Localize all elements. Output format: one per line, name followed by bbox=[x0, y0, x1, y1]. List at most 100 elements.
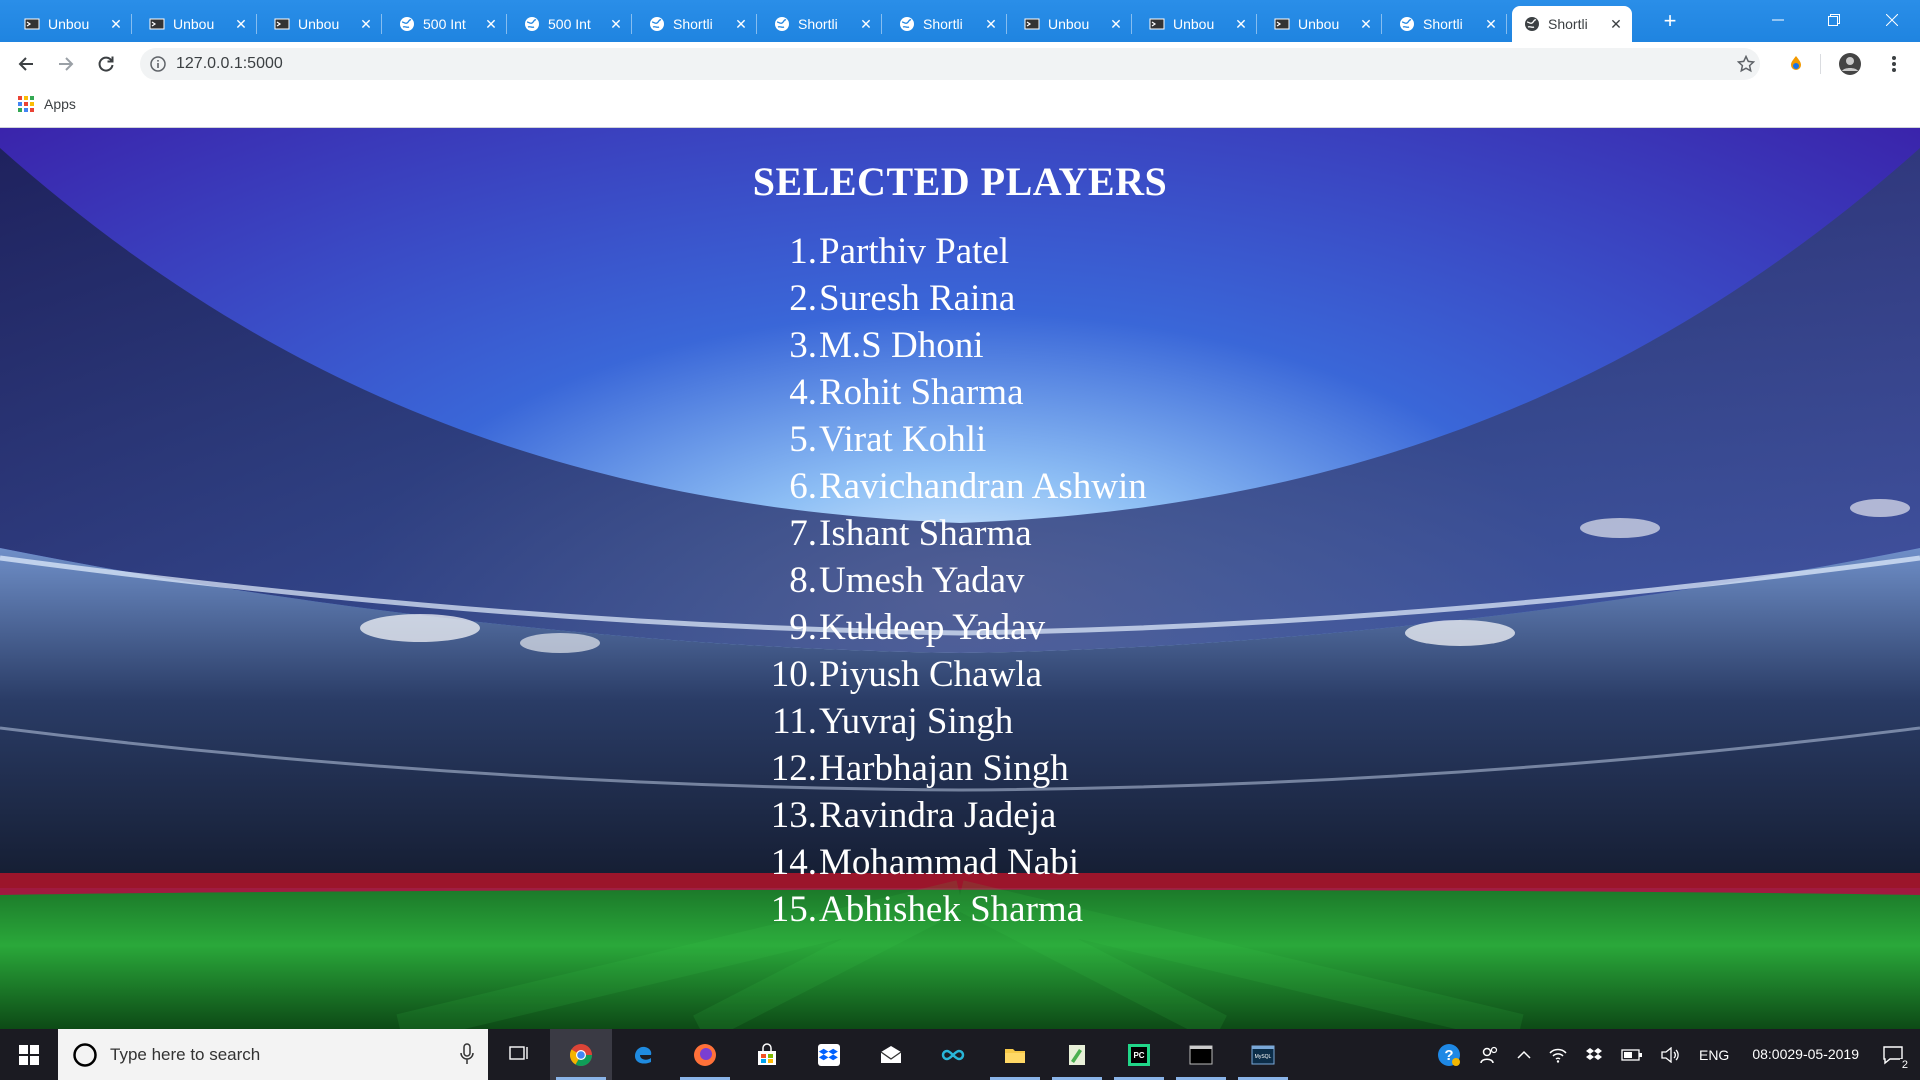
globe-icon bbox=[525, 17, 539, 31]
infinity-icon bbox=[941, 1049, 965, 1060]
forward-arrow-icon bbox=[59, 57, 74, 71]
browser-tab[interactable]: Unbou ✕ bbox=[1262, 6, 1382, 42]
menu-button[interactable] bbox=[1880, 50, 1908, 78]
close-window-button[interactable] bbox=[1864, 0, 1920, 40]
store-icon bbox=[758, 1042, 776, 1065]
player-list-item: 11.Yuvraj Singh bbox=[760, 698, 1147, 745]
player-list-item: 4.Rohit Sharma bbox=[760, 369, 1147, 416]
new-tab-button[interactable]: + bbox=[1656, 8, 1684, 36]
cmd-icon bbox=[1189, 1045, 1213, 1064]
taskbar-app-cmd[interactable] bbox=[1170, 1029, 1232, 1080]
globe-icon bbox=[900, 17, 914, 31]
browser-tab[interactable]: Unbou ✕ bbox=[1137, 6, 1257, 42]
close-icon bbox=[1886, 14, 1898, 26]
browser-tab[interactable]: Shortli ✕ bbox=[1387, 6, 1507, 42]
browser-tab[interactable]: Unbou ✕ bbox=[12, 6, 132, 42]
reload-button[interactable] bbox=[92, 50, 120, 78]
dropbox-tray-button[interactable] bbox=[1576, 1029, 1612, 1080]
page-viewport: SELECTED PLAYERS 1.Parthiv Patel 2.Suresh… bbox=[0, 128, 1920, 1029]
taskbar-app-mysql[interactable]: MySQL bbox=[1232, 1029, 1294, 1080]
tab-close-icon[interactable]: ✕ bbox=[1608, 16, 1624, 33]
browser-toolbar: 127.0.0.1:5000 bbox=[0, 42, 1920, 86]
language-indicator[interactable]: ENG bbox=[1690, 1029, 1738, 1080]
player-name: Ishant Sharma bbox=[819, 513, 1032, 554]
restore-button[interactable] bbox=[1806, 0, 1862, 40]
wifi-tray-button[interactable] bbox=[1540, 1029, 1576, 1080]
tab-close-icon[interactable]: ✕ bbox=[733, 16, 749, 33]
taskbar-app-file-explorer[interactable] bbox=[984, 1029, 1046, 1080]
browser-tab[interactable]: Unbou ✕ bbox=[1012, 6, 1132, 42]
battery-tray-button[interactable] bbox=[1612, 1029, 1652, 1080]
taskbar-app-store[interactable] bbox=[736, 1029, 798, 1080]
browser-tab[interactable]: Shortli ✕ bbox=[1512, 6, 1632, 42]
tab-close-icon[interactable]: ✕ bbox=[608, 16, 624, 33]
taskbar-search-box[interactable]: Type here to search bbox=[58, 1029, 488, 1080]
player-name: Suresh Raina bbox=[819, 278, 1016, 319]
browser-tab[interactable]: Shortli ✕ bbox=[887, 6, 1007, 42]
tab-title: Unbou bbox=[1048, 16, 1090, 32]
player-number: 3. bbox=[789, 325, 817, 366]
taskbar-app-edge[interactable] bbox=[612, 1029, 674, 1080]
page-title: SELECTED PLAYERS bbox=[752, 159, 1168, 204]
info-icon[interactable] bbox=[150, 56, 166, 72]
tab-close-icon[interactable]: ✕ bbox=[483, 16, 499, 33]
tab-close-icon[interactable]: ✕ bbox=[983, 16, 999, 33]
apps-shortcut[interactable]: Apps bbox=[18, 96, 76, 112]
microphone-icon[interactable] bbox=[460, 1043, 474, 1065]
taskbar-app-infinity[interactable] bbox=[922, 1029, 984, 1080]
back-button[interactable] bbox=[12, 50, 40, 78]
extension-button[interactable] bbox=[1782, 50, 1810, 78]
tab-close-icon[interactable]: ✕ bbox=[1108, 16, 1124, 33]
profile-avatar-button[interactable] bbox=[1836, 50, 1864, 78]
tab-close-icon[interactable]: ✕ bbox=[1483, 16, 1499, 33]
terminal-icon bbox=[149, 18, 165, 30]
search-placeholder: Type here to search bbox=[110, 1044, 261, 1064]
start-button[interactable] bbox=[0, 1029, 58, 1080]
tab-close-icon[interactable]: ✕ bbox=[233, 16, 249, 33]
tab-close-icon[interactable]: ✕ bbox=[1358, 16, 1374, 33]
tab-title: 500 Int bbox=[423, 16, 466, 32]
player-name: Abhishek Sharma bbox=[819, 889, 1084, 930]
browser-tab[interactable]: Unbou ✕ bbox=[137, 6, 257, 42]
forward-button[interactable] bbox=[52, 50, 80, 78]
help-tray-button[interactable]: ? bbox=[1428, 1029, 1470, 1080]
taskbar-app-dropbox[interactable] bbox=[798, 1029, 860, 1080]
taskbar-app-pycharm[interactable]: PC bbox=[1108, 1029, 1170, 1080]
minimize-button[interactable] bbox=[1750, 0, 1806, 40]
taskbar-app-notepad[interactable] bbox=[1046, 1029, 1108, 1080]
notepad-icon bbox=[1069, 1044, 1085, 1065]
globe-icon bbox=[650, 17, 664, 31]
taskbar-app-mail[interactable] bbox=[860, 1029, 922, 1080]
browser-tab[interactable]: Unbou ✕ bbox=[262, 6, 382, 42]
player-name: Rohit Sharma bbox=[819, 372, 1024, 413]
browser-tab[interactable]: Shortli ✕ bbox=[762, 6, 882, 42]
action-center-button[interactable]: 2 bbox=[1873, 1029, 1920, 1080]
task-view-icon bbox=[509, 1045, 528, 1060]
player-number: 4. bbox=[789, 372, 817, 413]
bookmark-star-button[interactable] bbox=[1732, 50, 1760, 78]
terminal-icon bbox=[1149, 18, 1165, 30]
tab-close-icon[interactable]: ✕ bbox=[1233, 16, 1249, 33]
taskbar-app-firefox[interactable] bbox=[674, 1029, 736, 1080]
tab-title: Shortli bbox=[673, 16, 713, 32]
globe-icon bbox=[775, 17, 789, 31]
taskbar-app-chrome[interactable] bbox=[550, 1029, 612, 1080]
address-bar[interactable]: 127.0.0.1:5000 bbox=[140, 48, 1760, 80]
pycharm-icon: PC bbox=[1128, 1043, 1150, 1066]
browser-tab[interactable]: Shortli ✕ bbox=[637, 6, 757, 42]
url-text[interactable]: 127.0.0.1:5000 bbox=[176, 55, 283, 73]
clock[interactable]: 08:00 29-05-2019 bbox=[1738, 1029, 1873, 1080]
browser-tab[interactable]: 500 Int ✕ bbox=[512, 6, 632, 42]
taskbar-app-task-view[interactable] bbox=[488, 1029, 550, 1080]
tab-strip: Shortli ✕ Shortli ✕ Unbou ✕ Unbou ✕ Unbou ✕ Shortl… bbox=[0, 0, 1920, 42]
tab-close-icon[interactable]: ✕ bbox=[358, 16, 374, 33]
tab-close-icon[interactable]: ✕ bbox=[858, 16, 874, 33]
show-hidden-icons-button[interactable] bbox=[1508, 1029, 1540, 1080]
browser-tab[interactable]: 500 Int ✕ bbox=[387, 6, 507, 42]
player-number: 14. bbox=[770, 842, 817, 883]
people-tray-button[interactable] bbox=[1470, 1029, 1508, 1080]
player-name: Virat Kohli bbox=[819, 419, 987, 460]
volume-tray-button[interactable] bbox=[1652, 1029, 1690, 1080]
tab-close-icon[interactable]: ✕ bbox=[108, 16, 124, 33]
player-list-item: 5.Virat Kohli bbox=[760, 416, 1147, 463]
